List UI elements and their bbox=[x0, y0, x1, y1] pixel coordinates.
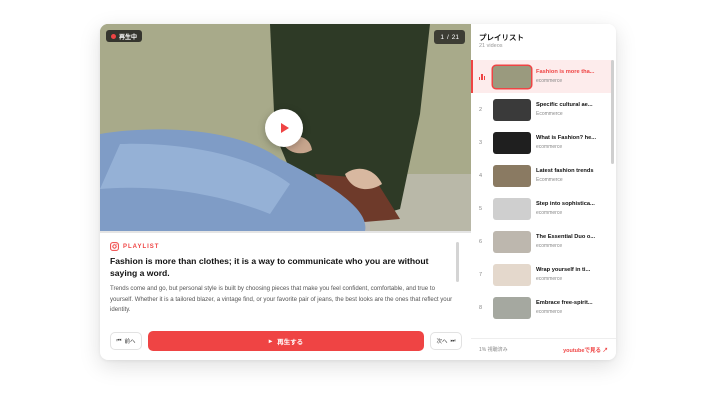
play-label: 再生する bbox=[277, 339, 304, 346]
playlist-item-thumbnail bbox=[493, 98, 531, 121]
prev-icon: ⏮ bbox=[116, 337, 122, 344]
prev-button[interactable]: ⏮ 前へ bbox=[110, 332, 142, 350]
playlist-item[interactable]: 7 Wrap yourself in ti... ecommerce bbox=[471, 258, 612, 291]
playlist-item-index: 6 bbox=[479, 238, 483, 245]
now-playing-label: 再生中 bbox=[119, 34, 138, 41]
source-tag: PLAYLIST bbox=[110, 242, 457, 251]
playlist-item-thumbnail bbox=[493, 164, 531, 187]
playlist-list: Fashion is more tha... ecommerce 2 Specific… bbox=[471, 60, 612, 324]
playlist-item-channel: Ecommerce bbox=[536, 111, 563, 117]
player-controls: ⏮ 前へ ▸ 再生する 次へ ⏭ bbox=[110, 331, 462, 351]
playlist-item-thumbnail bbox=[493, 230, 531, 253]
now-playing-equalizer-icon bbox=[479, 73, 493, 80]
video-frame[interactable]: 再生中 1 / 21 bbox=[100, 24, 471, 231]
playlist-item[interactable]: 4 Latest fashion trends Ecommerce bbox=[471, 159, 612, 192]
playlist-item[interactable]: 8 Embrace free-spirit... ecommerce bbox=[471, 291, 612, 324]
counter-current: 1 bbox=[440, 33, 444, 41]
playlist-sidebar: プレイリスト 21 videos Fashion is more tha... e… bbox=[471, 24, 616, 360]
playlist-item-thumbnail bbox=[493, 197, 531, 220]
playlist-item[interactable]: 2 Specific cultural ae... Ecommerce bbox=[471, 93, 612, 126]
next-icon: ⏭ bbox=[450, 337, 456, 344]
playlist-item-meta: Embrace free-spirit... ecommerce bbox=[536, 300, 602, 315]
play-small-icon: ▸ bbox=[268, 338, 273, 345]
playlist-footer: 1% 視聴済み youtubeで見る ↗ bbox=[471, 338, 616, 360]
play-icon bbox=[281, 123, 289, 133]
playlist-item-thumbnail bbox=[493, 131, 531, 154]
live-dot-icon bbox=[111, 33, 116, 39]
video-player-card: 再生中 1 / 21 PLAYLIST Fashion is more than… bbox=[100, 24, 616, 360]
playlist-item-index: 5 bbox=[479, 205, 483, 212]
video-progress-bar[interactable] bbox=[100, 231, 471, 233]
playlist-item-channel: ecommerce bbox=[536, 243, 563, 249]
playlist-item-channel: ecommerce bbox=[536, 144, 563, 150]
next-label: 次へ bbox=[436, 339, 448, 345]
counter-separator: / bbox=[446, 33, 449, 41]
video-counter: 1 / 21 bbox=[434, 30, 465, 44]
playlist-item-title: Embrace free-spirit... bbox=[536, 300, 593, 306]
prev-label: 前へ bbox=[124, 339, 136, 345]
playlist-item-channel: ecommerce bbox=[536, 276, 563, 282]
video-title: Fashion is more than clothes; it is a wa… bbox=[110, 256, 429, 278]
next-button[interactable]: 次へ ⏭ bbox=[430, 332, 462, 350]
playlist-item[interactable]: 3 What is Fashion? he... ecommerce bbox=[471, 126, 612, 159]
playlist-item-index: 2 bbox=[479, 106, 483, 113]
watch-on-youtube-label: youtubeで見る bbox=[563, 347, 601, 354]
playlist-item-thumbnail bbox=[493, 296, 531, 319]
playlist-item-meta: Step into sophistica... ecommerce bbox=[536, 201, 602, 216]
playlist-item-index: 8 bbox=[479, 304, 483, 311]
source-tag-label: PLAYLIST bbox=[123, 243, 160, 250]
playlist-scrollbar[interactable] bbox=[611, 60, 614, 164]
playlist-item-title: The Essential Duo o... bbox=[536, 234, 596, 240]
playlist-item-meta: The Essential Duo o... ecommerce bbox=[536, 234, 602, 249]
playlist-item-meta: Specific cultural ae... Ecommerce bbox=[536, 102, 602, 117]
play-button[interactable]: ▸ 再生する bbox=[148, 331, 424, 351]
playlist-count: 21 videos bbox=[479, 43, 503, 49]
playlist-item-title: Wrap yourself in ti... bbox=[536, 267, 591, 273]
playlist-item-channel: ecommerce bbox=[536, 210, 563, 216]
playlist-item-index: 4 bbox=[479, 172, 483, 179]
video-description: Trends come and go, but personal style i… bbox=[110, 285, 453, 314]
watched-progress-text: 1% 視聴済み bbox=[479, 347, 508, 353]
info-scrollbar[interactable] bbox=[456, 242, 459, 282]
watch-on-youtube-link[interactable]: youtubeで見る ↗ bbox=[563, 346, 608, 354]
playlist-item-channel: ecommerce bbox=[536, 78, 563, 84]
playlist-item-channel: ecommerce bbox=[536, 309, 563, 315]
playlist-item-title: Specific cultural ae... bbox=[536, 102, 593, 108]
playlist-item[interactable]: 6 The Essential Duo o... ecommerce bbox=[471, 225, 612, 258]
playlist-item[interactable]: 5 Step into sophistica... ecommerce bbox=[471, 192, 612, 225]
playlist-item-meta: What is Fashion? he... ecommerce bbox=[536, 135, 602, 150]
video-info-panel: PLAYLIST Fashion is more than clothes; i… bbox=[100, 234, 471, 326]
playlist-title: プレイリスト bbox=[479, 33, 524, 42]
playlist-item-channel: Ecommerce bbox=[536, 177, 563, 183]
external-arrow-icon: ↗ bbox=[602, 347, 608, 354]
playlist-item-thumbnail bbox=[493, 263, 531, 286]
playlist-item-meta: Wrap yourself in ti... ecommerce bbox=[536, 267, 602, 282]
playlist-item[interactable]: Fashion is more tha... ecommerce bbox=[471, 60, 612, 93]
player-column: 再生中 1 / 21 PLAYLIST Fashion is more than… bbox=[100, 24, 471, 360]
play-overlay-button[interactable] bbox=[265, 109, 303, 147]
playlist-item-meta: Fashion is more tha... ecommerce bbox=[536, 69, 602, 84]
playlist-item-thumbnail bbox=[493, 65, 531, 88]
playlist-item-index: 3 bbox=[479, 139, 483, 146]
counter-total: 21 bbox=[451, 33, 459, 41]
instagram-icon bbox=[110, 242, 119, 251]
now-playing-badge: 再生中 bbox=[106, 30, 143, 42]
playlist-item-index: 7 bbox=[479, 271, 483, 278]
playlist-item-meta: Latest fashion trends Ecommerce bbox=[536, 168, 602, 183]
playlist-item-title: What is Fashion? he... bbox=[536, 135, 597, 141]
playlist-item-title: Fashion is more tha... bbox=[536, 69, 595, 75]
playlist-item-title: Latest fashion trends bbox=[536, 168, 594, 174]
playlist-item-title: Step into sophistica... bbox=[536, 201, 595, 207]
